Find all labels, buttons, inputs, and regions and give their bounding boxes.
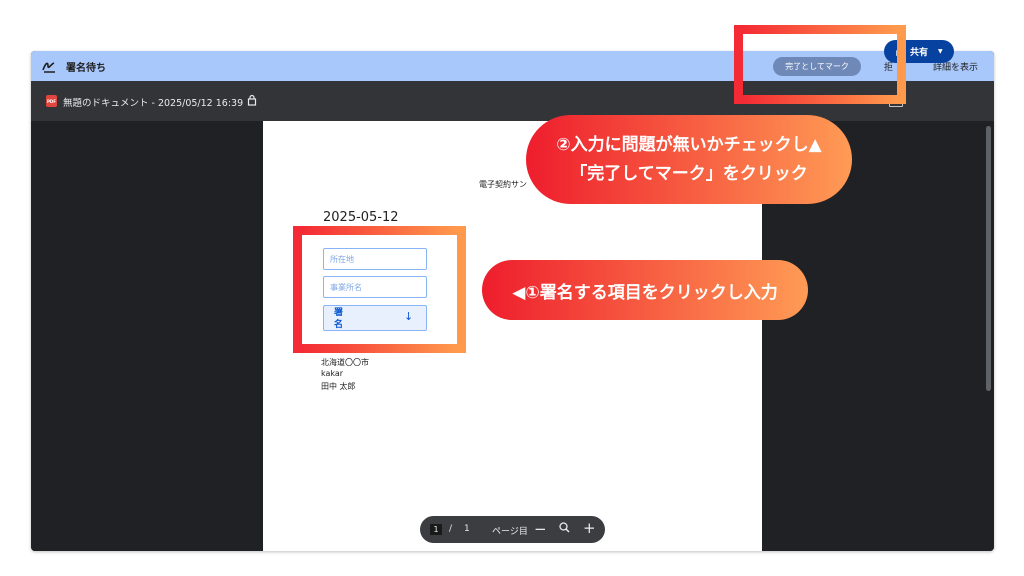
- highlight-mark-complete: [734, 25, 906, 104]
- highlight-input-fields: [293, 226, 466, 353]
- address-line-3: 田中 太郎: [321, 382, 356, 391]
- document-title: 無題のドキュメント - 2025/05/12 16:39: [63, 98, 244, 109]
- callout-step2-line2: 「完了してマーク」をクリック: [570, 163, 808, 184]
- callout-step2-line1: ②入力に問題が無いかチェックし▲: [556, 134, 822, 155]
- zoom-icon[interactable]: [559, 522, 570, 533]
- scrollbar[interactable]: [986, 126, 991, 391]
- address-line-2: kakar: [321, 369, 344, 378]
- dropdown-caret-icon: ▼: [938, 48, 943, 55]
- signature-icon: [42, 62, 55, 73]
- document-heading: 電子契約サン: [479, 180, 527, 189]
- zoom-out-button[interactable]: −: [534, 520, 547, 538]
- document-date: 2025-05-12: [323, 210, 399, 225]
- pdf-file-icon: PDF: [46, 95, 57, 107]
- topbar-title: 署名待ち: [66, 63, 106, 74]
- total-pages: 1: [464, 524, 470, 534]
- page-fit-label: ページ目: [492, 527, 528, 537]
- page-controls: 1 / 1 ページ目 − +: [420, 516, 605, 543]
- callout-step1: ◀①署名する項目をクリックし入力: [482, 260, 808, 320]
- page-separator: /: [449, 524, 453, 534]
- zoom-in-button[interactable]: +: [583, 519, 596, 537]
- callout-step2: ②入力に問題が無いかチェックし▲ 「完了してマーク」をクリック: [526, 115, 852, 204]
- pdf-viewer: 電子契約サン 2025-05-12 所在地 事業所名 署名 ↓ 北海道〇〇市 k…: [31, 121, 994, 551]
- share-label: 共有: [910, 48, 929, 58]
- current-page-input[interactable]: 1: [430, 524, 442, 535]
- address-line-1: 北海道〇〇市: [321, 358, 369, 367]
- lock-icon: [247, 94, 257, 106]
